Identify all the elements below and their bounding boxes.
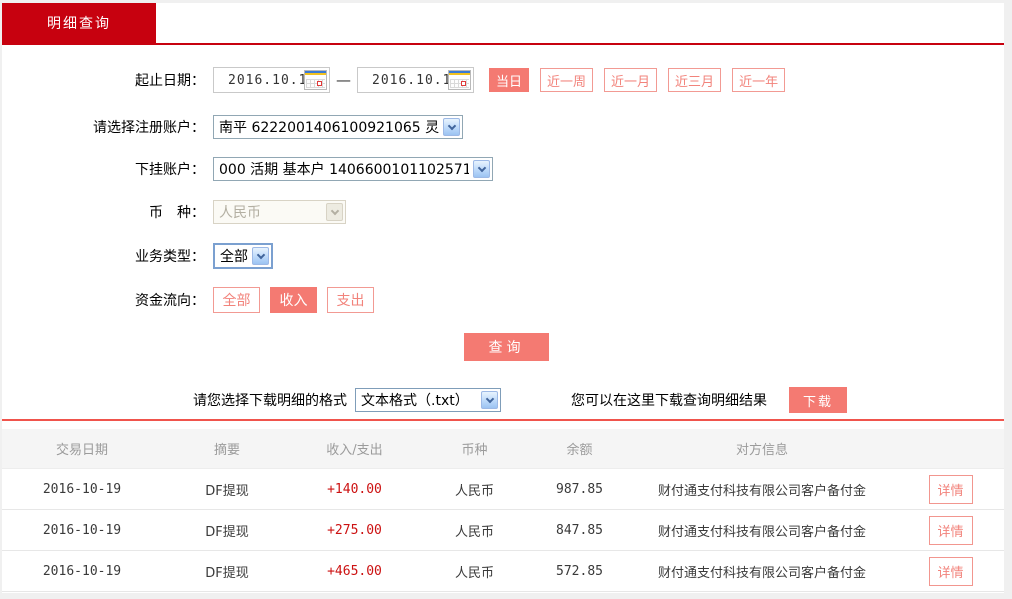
flow-button-income[interactable]: 收入 [270,287,317,313]
quick-button-last-3-months[interactable]: 近三月 [668,68,721,92]
main-panel: 明细查询 起止日期： — 当日 近一周 近一月 近三月 [2,3,1004,593]
header-amount: 收入/支出 [292,439,417,458]
flow-button-all[interactable]: 全部 [213,287,260,313]
start-date-field [213,67,330,93]
cell-currency: 人民币 [417,521,532,540]
header-counterparty: 对方信息 [627,439,897,458]
cell-summary: DF提现 [162,521,292,540]
date-range-separator: — [336,71,351,89]
download-format-label: 请您选择下载明细的格式 [2,390,347,410]
business-type-select[interactable]: 全部 [213,243,273,269]
date-range-label: 起止日期： [2,70,205,90]
download-format-value: 文本格式（.txt） [361,390,477,410]
chevron-down-icon [252,247,269,265]
calendar-icon[interactable] [304,70,327,90]
cell-currency: 人民币 [417,480,532,499]
registered-account-select[interactable]: 南平 6222001406100921065 灵通卡 [213,115,463,139]
tab-label: 明细查询 [47,13,111,33]
cell-counterparty: 财付通支付科技有限公司客户备付金 [627,521,897,540]
registered-account-label: 请选择注册账户： [2,117,205,137]
date-range-row: 起止日期： — 当日 近一周 近一月 近三月 近一年 [2,67,1004,93]
flow-button-expense[interactable]: 支出 [327,287,374,313]
currency-label: 币 种： [2,202,205,222]
cell-date: 2016-10-19 [2,564,162,579]
tab-detail-query[interactable]: 明细查询 [2,3,156,43]
table-row: 2016-10-19 DF提现 +465.00 人民币 572.85 财付通支付… [2,551,1004,592]
tab-underline [2,43,1004,45]
registered-account-value: 南平 6222001406100921065 灵通卡 [219,117,439,137]
sub-account-select[interactable]: 000 活期 基本户 1406600101102571848 [213,157,493,181]
detail-button[interactable]: 详情 [929,557,973,586]
calendar-icon[interactable] [448,70,471,90]
detail-button[interactable]: 详情 [929,475,973,504]
cell-currency: 人民币 [417,562,532,581]
cell-balance: 987.85 [532,482,627,497]
results-table: 交易日期 摘要 收入/支出 币种 余额 对方信息 2016-10-19 DF提现… [2,429,1004,592]
chevron-down-icon [473,160,490,178]
header-date: 交易日期 [2,439,162,458]
currency-select: 人民币 [213,200,346,224]
chevron-down-icon [443,118,460,136]
quick-button-last-month[interactable]: 近一月 [604,68,657,92]
download-hint: 您可以在这里下载查询明细结果 [571,390,767,410]
chevron-down-icon [326,203,343,221]
query-button[interactable]: 查询 [464,333,549,361]
registered-account-row: 请选择注册账户： 南平 6222001406100921065 灵通卡 [2,115,1004,139]
table-row: 2016-10-19 DF提现 +140.00 人民币 987.85 财付通支付… [2,469,1004,510]
end-date-field [357,67,474,93]
quick-button-today[interactable]: 当日 [489,68,529,92]
table-row: 2016-10-19 DF提现 +275.00 人民币 847.85 财付通支付… [2,510,1004,551]
detail-button[interactable]: 详情 [929,516,973,545]
business-type-value: 全部 [220,246,248,266]
cell-date: 2016-10-19 [2,523,162,538]
currency-row: 币 种： 人民币 [2,200,1004,224]
download-button[interactable]: 下载 [789,387,847,413]
header-balance: 余额 [532,439,627,458]
chevron-down-icon [481,391,498,409]
sub-account-row: 下挂账户： 000 活期 基本户 1406600101102571848 [2,157,1004,181]
cell-amount: +465.00 [292,564,417,579]
quick-button-last-year[interactable]: 近一年 [732,68,785,92]
cell-summary: DF提现 [162,562,292,581]
currency-value: 人民币 [219,202,322,222]
sub-account-label: 下挂账户： [2,159,205,179]
table-header-row: 交易日期 摘要 收入/支出 币种 余额 对方信息 [2,429,1004,469]
business-type-row: 业务类型： 全部 [2,243,1004,269]
cell-balance: 572.85 [532,564,627,579]
quick-button-last-week[interactable]: 近一周 [540,68,593,92]
fund-flow-row: 资金流向： 全部 收入 支出 [2,287,1004,313]
cell-amount: +140.00 [292,482,417,497]
section-divider [2,419,1004,421]
download-format-select[interactable]: 文本格式（.txt） [355,388,501,412]
download-row: 请您选择下载明细的格式 文本格式（.txt） 您可以在这里下载查询明细结果 下载 [2,387,1004,413]
cell-date: 2016-10-19 [2,482,162,497]
fund-flow-label: 资金流向： [2,290,205,310]
quick-date-buttons: 当日 近一周 近一月 近三月 近一年 [489,68,796,92]
business-type-label: 业务类型： [2,246,205,266]
cell-balance: 847.85 [532,523,627,538]
cell-summary: DF提现 [162,480,292,499]
header-summary: 摘要 [162,439,292,458]
cell-amount: +275.00 [292,523,417,538]
cell-counterparty: 财付通支付科技有限公司客户备付金 [627,562,897,581]
sub-account-value: 000 活期 基本户 1406600101102571848 [219,159,469,179]
header-currency: 币种 [417,439,532,458]
cell-counterparty: 财付通支付科技有限公司客户备付金 [627,480,897,499]
